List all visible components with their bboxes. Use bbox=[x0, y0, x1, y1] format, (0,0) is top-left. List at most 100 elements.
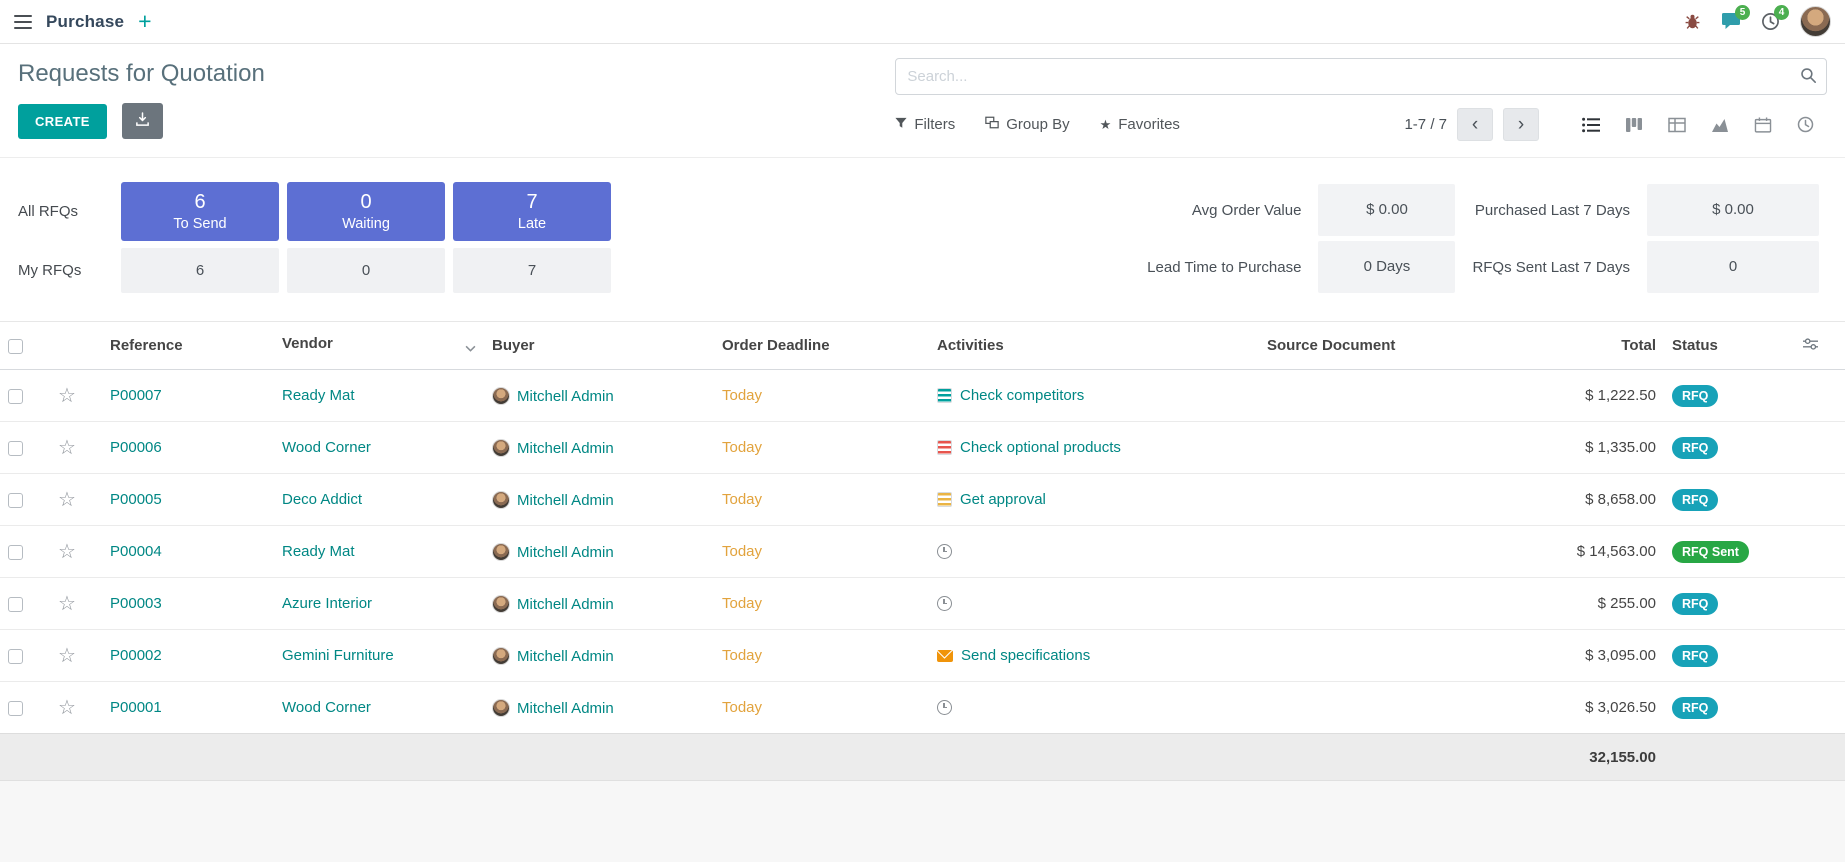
activity-clock-icon[interactable] bbox=[937, 544, 952, 559]
activity-envelope-icon[interactable] bbox=[937, 650, 953, 662]
row-checkbox[interactable] bbox=[8, 649, 23, 664]
table-row[interactable]: P00002 Gemini Furniture Mitchell Admin T… bbox=[0, 630, 1845, 682]
row-checkbox[interactable] bbox=[8, 389, 23, 404]
export-button[interactable] bbox=[122, 103, 163, 139]
favorite-star-icon[interactable] bbox=[58, 383, 76, 408]
row-checkbox[interactable] bbox=[8, 701, 23, 716]
create-button[interactable]: CREATE bbox=[18, 104, 107, 139]
column-header-order-deadline[interactable]: Order Deadline bbox=[714, 322, 929, 370]
activities-clock-icon[interactable]: 4 bbox=[1761, 12, 1780, 31]
buyer-link[interactable]: Mitchell Admin bbox=[517, 544, 614, 561]
activity-link[interactable]: Check competitors bbox=[960, 387, 1084, 404]
rfq-tile-waiting[interactable]: 0 Waiting bbox=[287, 182, 445, 241]
search-icon[interactable] bbox=[1800, 67, 1817, 88]
view-pivot-button[interactable] bbox=[1655, 108, 1698, 141]
chevron-down-icon[interactable] bbox=[465, 339, 476, 356]
search-input[interactable] bbox=[895, 58, 1827, 95]
user-avatar[interactable] bbox=[1800, 6, 1831, 37]
optional-columns-icon[interactable] bbox=[1803, 338, 1818, 355]
vendor-link[interactable]: Ready Mat bbox=[282, 387, 355, 404]
column-header-buyer[interactable]: Buyer bbox=[484, 322, 714, 370]
favorite-star-icon[interactable] bbox=[58, 487, 76, 512]
row-checkbox[interactable] bbox=[8, 597, 23, 612]
purchased-last-7-days[interactable]: $ 0.00 bbox=[1647, 184, 1819, 236]
activity-type-icon[interactable] bbox=[937, 440, 952, 455]
avg-order-value[interactable]: $ 0.00 bbox=[1318, 184, 1455, 236]
buyer-link[interactable]: Mitchell Admin bbox=[517, 492, 614, 509]
table-row[interactable]: P00005 Deco Addict Mitchell Admin Today … bbox=[0, 474, 1845, 526]
app-name-menu[interactable]: Purchase bbox=[46, 12, 124, 32]
activity-link[interactable]: Check optional products bbox=[960, 439, 1121, 456]
select-all-checkbox[interactable] bbox=[8, 339, 23, 354]
favorite-star-icon[interactable] bbox=[58, 695, 76, 720]
apps-menu-icon[interactable] bbox=[14, 15, 32, 29]
pager-previous-button[interactable] bbox=[1457, 108, 1493, 141]
table-row[interactable]: P00007 Ready Mat Mitchell Admin Today Ch… bbox=[0, 370, 1845, 422]
bug-icon[interactable] bbox=[1684, 13, 1701, 30]
reference-link[interactable]: P00003 bbox=[110, 595, 162, 612]
my-rfq-waiting[interactable]: 0 bbox=[287, 248, 445, 293]
my-rfq-to-send[interactable]: 6 bbox=[121, 248, 279, 293]
reference-link[interactable]: P00007 bbox=[110, 387, 162, 404]
lead-time-value[interactable]: 0 Days bbox=[1318, 241, 1455, 293]
column-header-vendor[interactable]: Vendor bbox=[274, 322, 484, 370]
order-deadline[interactable]: Today bbox=[722, 647, 762, 664]
favorite-star-icon[interactable] bbox=[58, 643, 76, 668]
view-activity-button[interactable] bbox=[1784, 108, 1827, 141]
view-calendar-button[interactable] bbox=[1741, 108, 1784, 141]
table-row[interactable]: P00004 Ready Mat Mitchell Admin Today $ … bbox=[0, 526, 1845, 578]
vendor-link[interactable]: Deco Addict bbox=[282, 491, 362, 508]
table-row[interactable]: P00006 Wood Corner Mitchell Admin Today … bbox=[0, 422, 1845, 474]
pager-next-button[interactable] bbox=[1503, 108, 1539, 141]
filters-button[interactable]: Filters bbox=[895, 116, 955, 133]
favorite-star-icon[interactable] bbox=[58, 539, 76, 564]
favorite-star-icon[interactable] bbox=[58, 435, 76, 460]
favorite-star-icon[interactable] bbox=[58, 591, 76, 616]
view-graph-button[interactable] bbox=[1698, 108, 1741, 141]
activity-type-icon[interactable] bbox=[937, 492, 952, 507]
activity-clock-icon[interactable] bbox=[937, 596, 952, 611]
reference-link[interactable]: P00001 bbox=[110, 699, 162, 716]
buyer-link[interactable]: Mitchell Admin bbox=[517, 388, 614, 405]
messages-icon[interactable]: 5 bbox=[1721, 12, 1741, 31]
order-deadline[interactable]: Today bbox=[722, 491, 762, 508]
reference-link[interactable]: P00002 bbox=[110, 647, 162, 664]
row-checkbox[interactable] bbox=[8, 441, 23, 456]
vendor-link[interactable]: Wood Corner bbox=[282, 699, 371, 716]
activity-link[interactable]: Get approval bbox=[960, 491, 1046, 508]
row-checkbox[interactable] bbox=[8, 493, 23, 508]
order-deadline[interactable]: Today bbox=[722, 439, 762, 456]
reference-link[interactable]: P00005 bbox=[110, 491, 162, 508]
rfq-tile-to-send[interactable]: 6 To Send bbox=[121, 182, 279, 241]
table-row[interactable]: P00003 Azure Interior Mitchell Admin Tod… bbox=[0, 578, 1845, 630]
order-deadline[interactable]: Today bbox=[722, 699, 762, 716]
reference-link[interactable]: P00006 bbox=[110, 439, 162, 456]
plus-icon[interactable] bbox=[138, 10, 151, 33]
group-by-button[interactable]: Group By bbox=[985, 116, 1069, 133]
activity-clock-icon[interactable] bbox=[937, 700, 952, 715]
reference-link[interactable]: P00004 bbox=[110, 543, 162, 560]
table-row[interactable]: P00001 Wood Corner Mitchell Admin Today … bbox=[0, 682, 1845, 734]
vendor-link[interactable]: Wood Corner bbox=[282, 439, 371, 456]
order-deadline[interactable]: Today bbox=[722, 595, 762, 612]
activity-link[interactable]: Send specifications bbox=[961, 647, 1090, 664]
order-deadline[interactable]: Today bbox=[722, 543, 762, 560]
column-header-source-document[interactable]: Source Document bbox=[1259, 322, 1514, 370]
activity-type-icon[interactable] bbox=[937, 388, 952, 403]
order-deadline[interactable]: Today bbox=[722, 387, 762, 404]
buyer-link[interactable]: Mitchell Admin bbox=[517, 648, 614, 665]
vendor-link[interactable]: Ready Mat bbox=[282, 543, 355, 560]
column-header-activities[interactable]: Activities bbox=[929, 322, 1259, 370]
vendor-link[interactable]: Azure Interior bbox=[282, 595, 372, 612]
buyer-link[interactable]: Mitchell Admin bbox=[517, 596, 614, 613]
vendor-link[interactable]: Gemini Furniture bbox=[282, 647, 394, 664]
favorites-button[interactable]: Favorites bbox=[1100, 116, 1180, 133]
view-kanban-button[interactable] bbox=[1612, 108, 1655, 141]
rfq-tile-late[interactable]: 7 Late bbox=[453, 182, 611, 241]
buyer-link[interactable]: Mitchell Admin bbox=[517, 700, 614, 717]
column-header-reference[interactable]: Reference bbox=[102, 322, 274, 370]
column-header-status[interactable]: Status bbox=[1664, 322, 1795, 370]
my-rfq-late[interactable]: 7 bbox=[453, 248, 611, 293]
row-checkbox[interactable] bbox=[8, 545, 23, 560]
rfqs-sent-last-7-days[interactable]: 0 bbox=[1647, 241, 1819, 293]
